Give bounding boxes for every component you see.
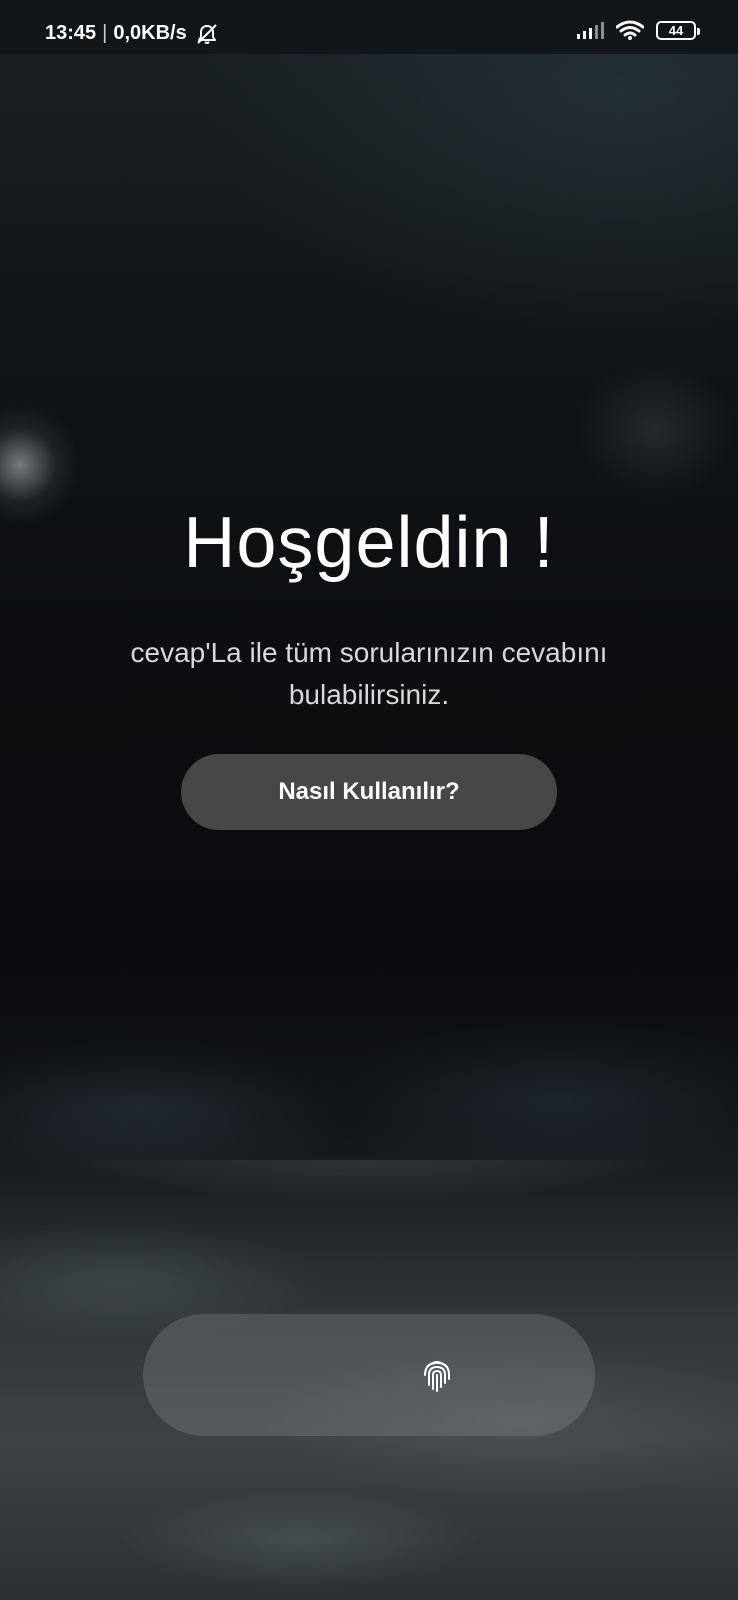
network-speed: 0,0KB/s [113,22,187,44]
bell-off-icon [197,23,217,44]
status-time: 13:45 [45,22,97,44]
fingerprint-icon [424,1361,450,1392]
battery-level: 44 [668,22,684,38]
welcome-title: Hoşgeldin ! [183,503,555,583]
status-right: 44 [576,20,700,40]
status-left: 13:45 | 0,0KB/s [45,22,219,45]
signal-icon [577,22,604,39]
status-separator: | [102,22,108,44]
battery-icon: 44 [656,20,700,40]
app-screen: 13:45 | 0,0KB/s 44 Hoşgeldin ! cevap'La … [0,0,738,1600]
how-to-use-button[interactable]: Nasıl Kullanılır? [181,754,557,830]
welcome-subtitle: cevap'La ile tüm sorularınızın cevabını … [130,637,608,710]
status-bar: 13:45 | 0,0KB/s 44 [0,0,738,54]
wifi-icon [616,20,644,40]
fingerprint-area[interactable] [143,1314,595,1436]
